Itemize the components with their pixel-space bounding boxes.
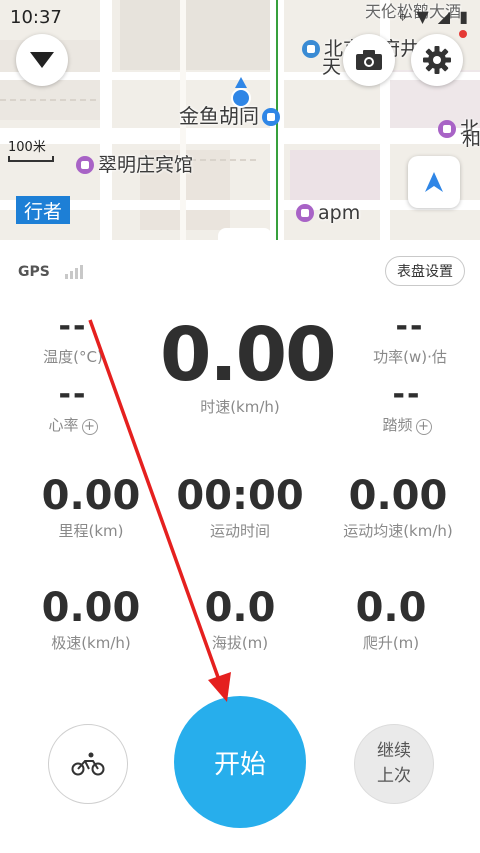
subway-icon [302, 40, 320, 58]
metric-cadence[interactable]: -- 踏频 + [362, 380, 452, 435]
start-button[interactable]: 开始 [174, 696, 306, 828]
duration-label: 运动时间 [209, 522, 270, 540]
avg-speed-value: 0.00 [348, 473, 448, 519]
climb-value: 0.0 [355, 585, 427, 631]
continue-last-button[interactable]: 继续 上次 [354, 724, 434, 804]
settings-button[interactable] [411, 34, 463, 86]
status-bar: 10:37 ⌖ ▼ ◢ ▮ [0, 0, 480, 34]
map-label-cuiming-hotel: 翠明庄宾馆 [76, 150, 193, 177]
shopping-icon [296, 204, 314, 222]
metric-altitude[interactable]: 0.0 海拔(m) [180, 588, 300, 653]
temperature-label: 温度(°C) [43, 348, 103, 366]
distance-value: 0.00 [41, 473, 141, 519]
status-icons: ⌖ ▼ ◢ ▮ [398, 7, 470, 27]
battery-icon: ▮ [459, 7, 470, 26]
subway-station-icon [262, 108, 280, 126]
current-location-marker [231, 77, 251, 108]
compass-button[interactable] [408, 156, 460, 208]
metric-speed[interactable]: 0.00 时速(km/h) [160, 312, 337, 417]
avg-speed-label: 运动均速(km/h) [343, 522, 453, 540]
hotel-icon [76, 156, 94, 174]
wifi-icon: ▼ [416, 7, 431, 26]
max-speed-label: 极速(km/h) [51, 634, 131, 652]
power-label: 功率(w)·估 [373, 348, 447, 366]
distance-label: 里程(km) [58, 522, 124, 540]
duration-value: 00:00 [176, 473, 304, 519]
add-cadence-icon[interactable]: + [415, 419, 432, 435]
xingzhe-logo: 行者 [16, 196, 70, 224]
map-view[interactable]: 10:37 ⌖ ▼ ◢ ▮ 天伦松鹤大酒 北京三府井 天 [0, 0, 480, 240]
gear-icon [423, 46, 451, 74]
camera-button[interactable] [343, 34, 395, 86]
location-status-icon: ⌖ [398, 7, 410, 26]
hotel-icon [438, 120, 456, 138]
heart-rate-label: 心率 + [28, 414, 118, 435]
camera-icon [356, 50, 382, 70]
status-time: 10:37 [10, 7, 62, 28]
signal-icon: ◢ [437, 7, 453, 26]
map-label-apm: apm [296, 202, 360, 224]
sport-type-button[interactable] [48, 724, 128, 804]
metric-max-speed[interactable]: 0.00 极速(km/h) [30, 588, 152, 653]
heart-rate-value: -- [58, 377, 88, 412]
navigation-arrow-icon [425, 172, 443, 192]
dial-settings-button[interactable]: 表盘设置 [385, 256, 465, 286]
cadence-value: -- [392, 377, 422, 412]
map-label-he: 和 [462, 128, 480, 150]
continue-label-line2: 上次 [377, 766, 411, 786]
cadence-label: 踏频 + [362, 414, 452, 435]
triangle-down-icon [30, 52, 54, 68]
altitude-value: 0.0 [204, 585, 276, 631]
gps-label: GPS [18, 264, 50, 280]
max-speed-value: 0.00 [41, 585, 141, 631]
speed-value: 0.00 [160, 312, 337, 398]
metric-avg-speed[interactable]: 0.00 运动均速(km/h) [328, 476, 468, 541]
metric-distance[interactable]: 0.00 里程(km) [30, 476, 152, 541]
metric-temperature[interactable]: -- 温度(°C) [28, 312, 118, 367]
collapse-map-button[interactable] [16, 34, 68, 86]
temperature-value: -- [58, 309, 88, 344]
continue-label-line1: 继续 [377, 741, 411, 761]
altitude-label: 海拔(m) [211, 634, 269, 652]
add-heart-rate-icon[interactable]: + [81, 419, 98, 435]
metric-duration[interactable]: 00:00 运动时间 [170, 476, 310, 541]
metric-climb[interactable]: 0.0 爬升(m) [336, 588, 446, 653]
power-value: -- [395, 309, 425, 344]
map-drag-handle[interactable] [218, 228, 272, 240]
map-scale: 100米 [8, 136, 54, 162]
climb-label: 爬升(m) [362, 634, 420, 652]
map-label-tian: 天 [322, 56, 342, 78]
notification-dot [459, 30, 467, 38]
speed-label: 时速(km/h) [200, 398, 280, 416]
gps-signal-icon [65, 265, 83, 279]
bicycle-icon [71, 752, 105, 776]
metric-power[interactable]: -- 功率(w)·估 [355, 312, 465, 367]
metric-heart-rate[interactable]: -- 心率 + [28, 380, 118, 435]
